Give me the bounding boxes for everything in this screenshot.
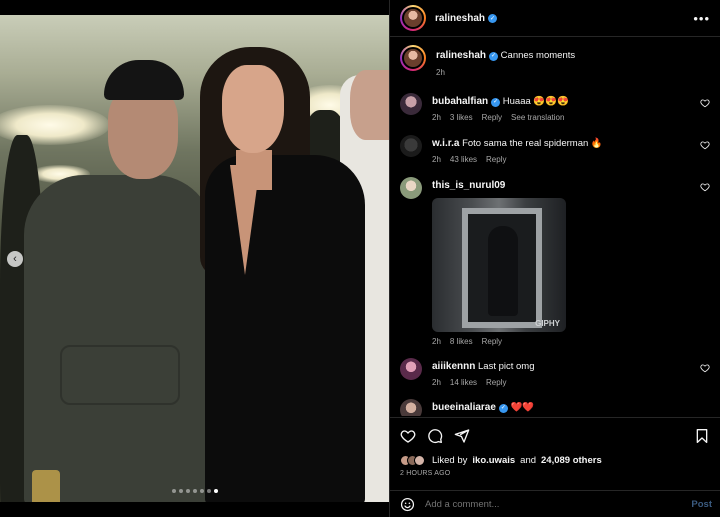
comment-username[interactable]: w.i.r.a — [432, 138, 459, 149]
woman-figure — [205, 155, 365, 502]
comment-likes[interactable]: 8 likes — [450, 337, 473, 346]
heart-icon[interactable] — [700, 98, 710, 108]
list-item: bubahalfian ✓ Huaaa 😍😍😍 2h 3 likes Reply … — [400, 93, 710, 122]
verified-badge-icon: ✓ — [489, 52, 499, 61]
right-guest-head — [350, 70, 389, 140]
add-comment-bar: Post — [390, 490, 720, 517]
liked-by-user[interactable]: iko.uwais — [472, 455, 515, 466]
heart-icon[interactable] — [400, 428, 416, 444]
carousel-dot — [186, 489, 190, 493]
comment-text: Huaaa 😍😍😍 — [502, 96, 569, 107]
verified-badge-icon: ✓ — [491, 98, 501, 107]
comment-likes[interactable]: 43 likes — [450, 155, 477, 164]
liked-by[interactable]: Liked by iko.uwais and 24,089 others — [400, 455, 710, 466]
caption-username[interactable]: ralineshah — [436, 50, 486, 61]
carousel-dot — [200, 489, 204, 493]
heart-icon[interactable] — [700, 363, 710, 373]
avatar[interactable] — [400, 135, 422, 157]
carousel-dot — [193, 489, 197, 493]
post-photo[interactable] — [0, 15, 389, 502]
share-icon[interactable] — [454, 428, 470, 444]
caption: ralineshah ✓ Cannes moments 2h — [400, 45, 710, 77]
glass — [32, 470, 60, 502]
carousel-dot-active — [214, 489, 218, 493]
reply-button[interactable]: Reply — [486, 378, 506, 387]
comment-likes[interactable]: 3 likes — [450, 113, 473, 122]
man-cap — [104, 60, 184, 100]
comment-text: Foto sama the real spiderman 🔥 — [462, 138, 603, 149]
list-item: aiiikennn Last pict omg 2h 14 likes Repl… — [400, 358, 710, 387]
liked-by-count[interactable]: 24,089 others — [541, 455, 602, 466]
comment-icon[interactable] — [427, 428, 443, 444]
hoodie-pocket — [60, 345, 180, 405]
post-author[interactable]: ralineshah ✓ — [435, 13, 498, 24]
comment-username[interactable]: aiiikennn — [432, 361, 475, 372]
comment-time: 2h — [432, 155, 441, 164]
comment-input[interactable] — [425, 498, 682, 510]
post-actions: Liked by iko.uwais and 24,089 others 2 H… — [390, 417, 720, 477]
carousel-dots — [172, 489, 218, 493]
post-header: ralineshah ✓ ••• — [390, 0, 720, 37]
comments-list[interactable]: ralineshah ✓ Cannes moments 2h bubahalfia… — [390, 38, 720, 416]
avatar[interactable] — [400, 399, 422, 416]
comment-time: 2h — [432, 113, 441, 122]
reply-button[interactable]: Reply — [486, 155, 506, 164]
man-figure — [24, 175, 214, 502]
comment-text: Last pict omg — [478, 361, 535, 372]
comment-time: 2h — [432, 378, 441, 387]
comment-text: ❤️❤️ — [510, 402, 535, 413]
avatar[interactable] — [400, 93, 422, 115]
caption-time: 2h — [436, 68, 445, 77]
avatar[interactable] — [400, 358, 422, 380]
post-time: 2 HOURS AGO — [400, 470, 451, 477]
comment-username[interactable]: bueeinaliarae — [432, 402, 496, 413]
avatar[interactable] — [400, 45, 426, 71]
list-item: this_is_nurul09 GIPHY 2h 8 likes Reply — [400, 177, 710, 346]
heart-icon[interactable] — [700, 140, 710, 150]
post-button[interactable]: Post — [691, 499, 712, 510]
comment-likes[interactable]: 14 likes — [450, 378, 477, 387]
author-username[interactable]: ralineshah — [435, 13, 485, 24]
list-item: bueeinaliarae ✓ ❤️❤️ — [400, 399, 710, 416]
liked-by-and: and — [520, 455, 537, 466]
more-horizontal-icon[interactable]: ••• — [693, 11, 710, 26]
emoji-icon[interactable] — [400, 497, 415, 512]
gif-tag: GIPHY — [535, 319, 560, 328]
comment-gif[interactable]: GIPHY — [432, 198, 566, 332]
liked-by-prefix: Liked by — [432, 455, 468, 466]
comment-time: 2h — [432, 337, 441, 346]
chevron-left-icon: ‹ — [13, 252, 17, 265]
reply-button[interactable]: Reply — [482, 113, 502, 122]
liked-by-avatars — [400, 455, 425, 466]
reply-button[interactable]: Reply — [482, 337, 502, 346]
woman-face — [222, 65, 284, 153]
see-translation-button[interactable]: See translation — [511, 113, 564, 122]
avatar — [414, 455, 425, 466]
gif-figure — [488, 226, 518, 316]
post-media-pane: ‹ — [0, 0, 389, 517]
man-face — [108, 87, 178, 179]
carousel-dot — [172, 489, 176, 493]
bookmark-icon[interactable] — [694, 428, 710, 444]
heart-icon[interactable] — [700, 182, 710, 192]
carousel-dot — [207, 489, 211, 493]
comment-username[interactable]: this_is_nurul09 — [432, 180, 505, 191]
carousel-dot — [179, 489, 183, 493]
list-item: w.i.r.a Foto sama the real spiderman 🔥 2… — [400, 135, 710, 164]
verified-badge-icon: ✓ — [488, 13, 498, 23]
post-side-panel: ralineshah ✓ ••• ralineshah ✓ Cannes momen… — [389, 0, 720, 517]
comment-username[interactable]: bubahalfian — [432, 96, 488, 107]
avatar[interactable] — [400, 5, 426, 31]
previous-photo-button[interactable]: ‹ — [7, 251, 23, 267]
verified-badge-icon: ✓ — [498, 404, 508, 413]
caption-text: Cannes moments — [500, 50, 576, 61]
avatar[interactable] — [400, 177, 422, 199]
